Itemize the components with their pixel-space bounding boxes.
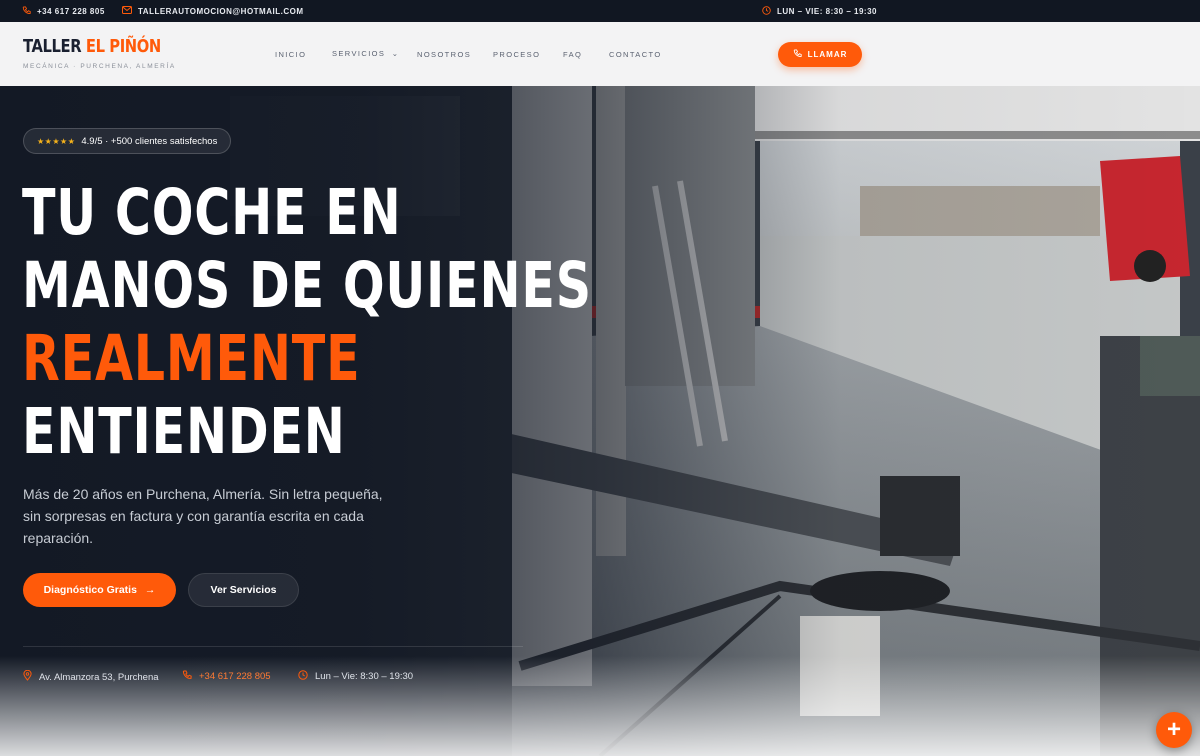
hero-divider: [23, 646, 523, 647]
headline-line-2: MANOS DE QUIENES: [22, 249, 592, 322]
info-phone-text: +34 617 228 805: [199, 671, 271, 682]
info-phone[interactable]: +34 617 228 805: [182, 670, 271, 683]
plus-icon: +: [1166, 716, 1181, 743]
info-address: Av. Almanzora 53, Purchena: [23, 669, 159, 684]
call-button-label: LLAMAR: [807, 50, 848, 59]
mail-icon: [122, 6, 132, 16]
main-navigation: TALLER EL PIÑÓN MECÁNICA · PURCHENA, ALM…: [0, 22, 1200, 86]
view-services-button[interactable]: Ver Servicios: [188, 573, 299, 607]
clock-icon: [762, 5, 771, 17]
headline-line-4: ENTIENDEN: [22, 395, 346, 468]
arrow-right-icon: →: [144, 584, 156, 596]
nav-menu: INICIO SERVICIOS ⌄ NOSOTROS PROCESO FAQ …: [0, 22, 1200, 86]
topbar-phone[interactable]: +34 617 228 805: [22, 0, 105, 22]
free-diagnosis-button[interactable]: Diagnóstico Gratis →: [23, 573, 176, 607]
topbar-email-text: TALLERAUTOMOCION@HOTMAIL.COM: [138, 6, 304, 16]
hero-bottom-fade: [0, 656, 1200, 756]
top-bar: +34 617 228 805 TALLERAUTOMOCION@HOTMAIL…: [0, 0, 1200, 22]
phone-icon: [793, 49, 802, 60]
free-diagnosis-label: Diagnóstico Gratis: [43, 584, 137, 596]
rating-badge: ★★★★★ 4.9/5 · +500 clientes satisfechos: [23, 128, 232, 154]
hero-lead-text: Más de 20 años en Purchena, Almería. Sin…: [23, 486, 383, 546]
nav-item-servicios[interactable]: SERVICIOS ⌄: [332, 49, 399, 58]
headline-line-1: TU COCHE EN: [22, 176, 402, 249]
nav-item-contacto[interactable]: CONTACTO: [609, 50, 662, 59]
topbar-phone-text: +34 617 228 805: [37, 6, 105, 16]
clock-icon: [298, 670, 308, 683]
info-hours-text: Lun – Vie: 8:30 – 19:30: [315, 671, 414, 682]
info-address-text: Av. Almanzora 53, Purchena: [39, 671, 159, 683]
nav-item-inicio[interactable]: INICIO: [275, 50, 306, 59]
nav-item-servicios-label: SERVICIOS: [332, 49, 386, 58]
info-hours: Lun – Vie: 8:30 – 19:30: [298, 670, 413, 683]
phone-icon: [22, 5, 31, 17]
nav-item-faq[interactable]: FAQ: [563, 50, 582, 59]
headline-line-3: REALMENTE: [22, 322, 361, 395]
call-button[interactable]: LLAMAR: [778, 42, 862, 67]
phone-icon: [182, 670, 192, 683]
topbar-hours-text: LUN – VIE: 8:30 – 19:30: [777, 6, 877, 16]
nav-item-proceso[interactable]: PROCESO: [493, 50, 540, 59]
hero-headline: TU COCHE EN MANOS DE QUIENES REALMENTE E…: [22, 176, 592, 468]
topbar-email[interactable]: TALLERAUTOMOCION@HOTMAIL.COM: [122, 0, 304, 22]
chevron-down-icon: ⌄: [391, 49, 400, 58]
map-pin-icon: [23, 669, 32, 684]
hero-section: ★★★★★ 4.9/5 · +500 clientes satisfechos …: [0, 86, 1200, 756]
floating-plus-button[interactable]: +: [1156, 712, 1192, 748]
topbar-hours: LUN – VIE: 8:30 – 19:30: [762, 0, 877, 22]
star-rating-icon: ★★★★★: [37, 136, 76, 146]
rating-text: 4.9/5 · +500 clientes satisfechos: [81, 135, 218, 147]
nav-item-nosotros[interactable]: NOSOTROS: [417, 50, 471, 59]
